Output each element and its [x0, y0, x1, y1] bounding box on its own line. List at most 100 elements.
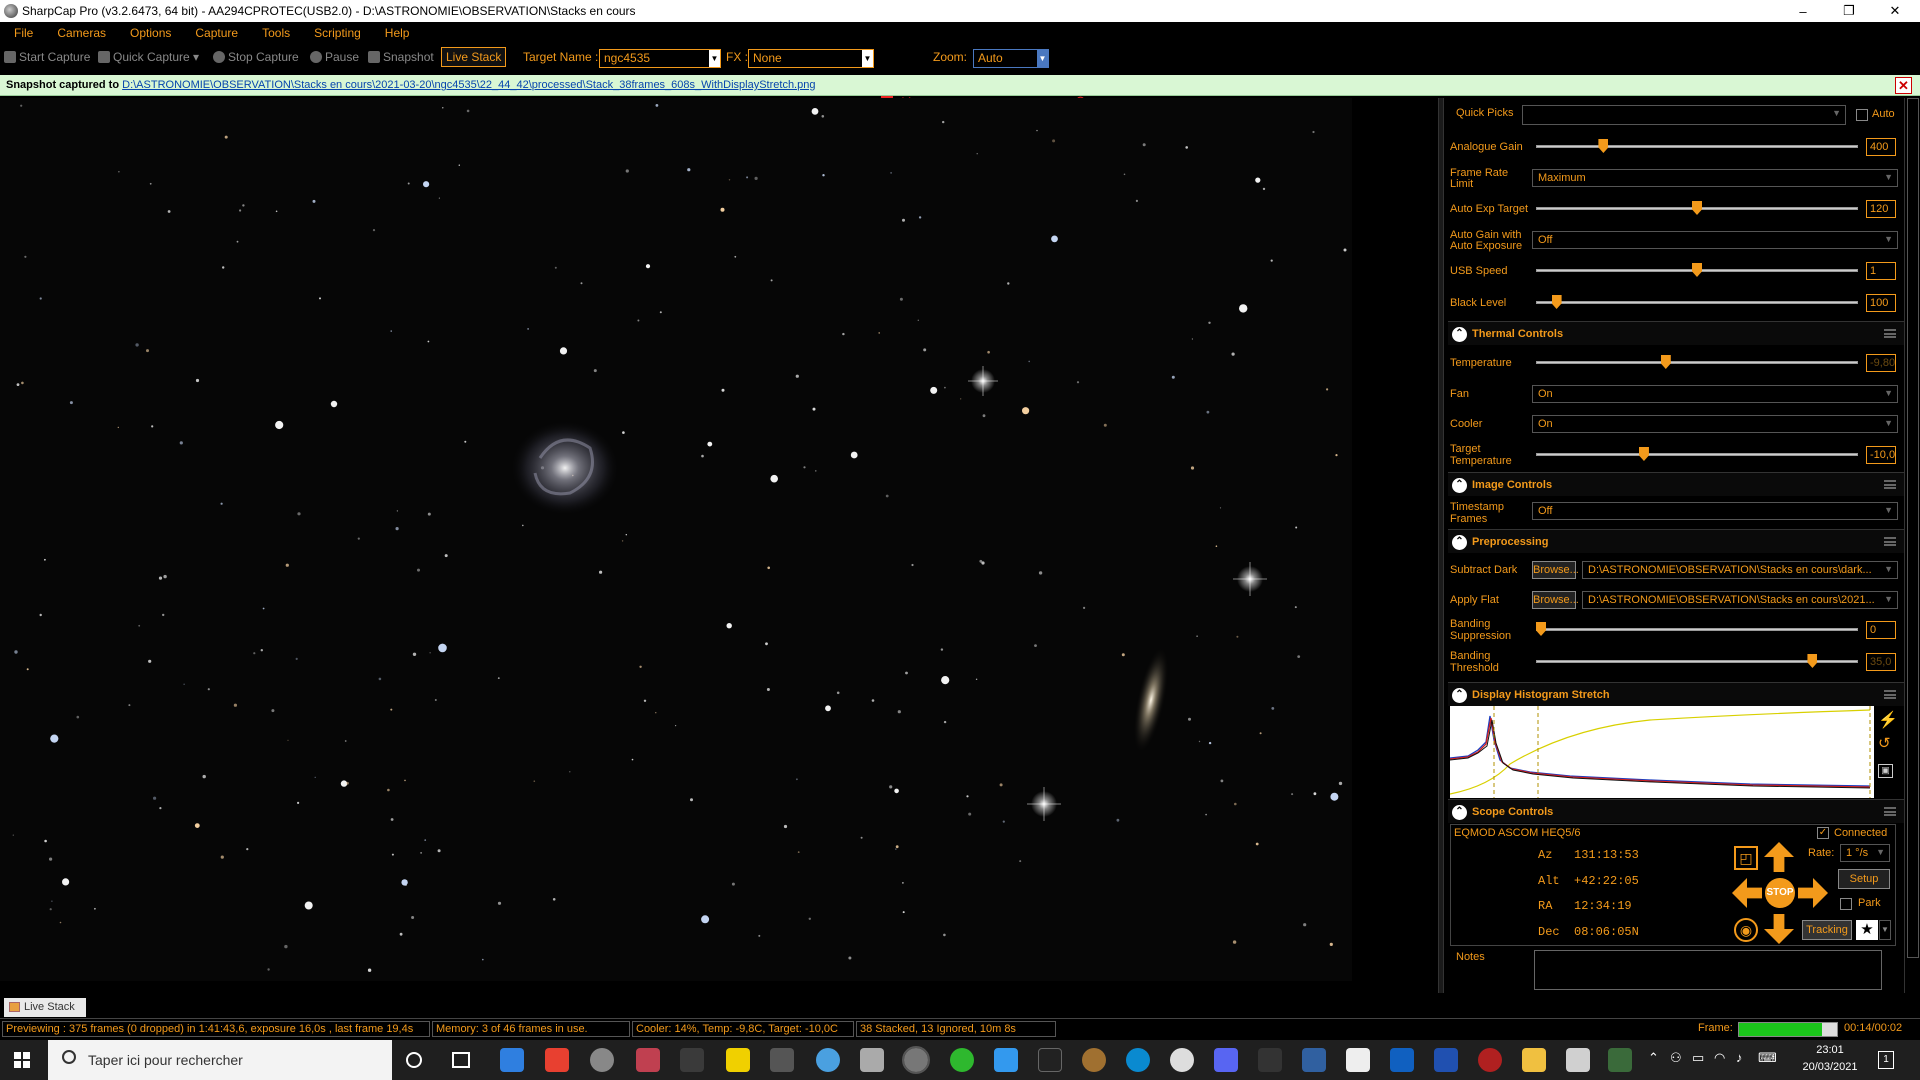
quick-capture-button[interactable]: Quick Capture ▾: [98, 50, 199, 64]
star-icon[interactable]: ★: [1856, 920, 1878, 940]
start-capture-button[interactable]: Start Capture: [4, 50, 90, 64]
banding-threshold-value[interactable]: 35,0: [1866, 653, 1896, 671]
chevron-down-icon[interactable]: ▼: [1879, 920, 1891, 940]
histogram-plot[interactable]: [1450, 706, 1874, 798]
fan-select[interactable]: On ▼: [1532, 385, 1898, 403]
image-controls-header[interactable]: ⌃ Image Controls: [1448, 472, 1904, 496]
image-viewer[interactable]: [0, 98, 1352, 981]
collapse-icon[interactable]: ⌃: [1452, 688, 1467, 703]
subtract-dark-browse-button[interactable]: Browse...: [1532, 561, 1579, 579]
save-icon[interactable]: ▣: [1878, 764, 1893, 778]
settings-gear-icon[interactable]: [590, 1048, 614, 1072]
park-checkbox[interactable]: [1840, 898, 1852, 910]
star-app-icon[interactable]: [1434, 1048, 1458, 1072]
section-menu-icon[interactable]: [1884, 537, 1896, 546]
stellarium-icon[interactable]: [860, 1048, 884, 1072]
panel-splitter[interactable]: [1438, 98, 1444, 993]
pause-button[interactable]: Pause: [310, 50, 359, 64]
live-stack-button[interactable]: Live Stack: [441, 47, 507, 67]
home-position-icon[interactable]: ◉: [1734, 918, 1758, 942]
subtract-dark-select[interactable]: D:\ASTRONOMIE\OBSERVATION\Stacks en cour…: [1582, 561, 1898, 579]
minimize-button[interactable]: –: [1780, 0, 1826, 22]
zoom-combo[interactable]: Auto ▼: [973, 49, 1049, 68]
snapshot-button[interactable]: Snapshot: [368, 50, 434, 64]
goto-icon[interactable]: ◰: [1734, 846, 1758, 870]
planet-app-icon[interactable]: [1082, 1048, 1106, 1072]
astap-icon[interactable]: [994, 1048, 1018, 1072]
auto-checkbox[interactable]: [1856, 109, 1868, 121]
timestamp-frames-select[interactable]: Off ▼: [1532, 502, 1898, 520]
black-level-value[interactable]: 100: [1866, 294, 1896, 312]
menu-file[interactable]: File: [14, 26, 33, 40]
live-stack-tab[interactable]: Live Stack: [4, 998, 86, 1017]
analogue-gain-thumb[interactable]: [1598, 139, 1609, 153]
volume-icon[interactable]: ♪: [1736, 1050, 1743, 1065]
pen-app-icon[interactable]: [1258, 1048, 1282, 1072]
clock-time[interactable]: 23:01: [1800, 1044, 1860, 1056]
target-temperature-slider[interactable]: [1536, 453, 1858, 456]
chart-app-icon[interactable]: [680, 1048, 704, 1072]
auto-stretch-icon[interactable]: ⚡: [1878, 710, 1898, 730]
target-name-combo[interactable]: ngc4535 ▼: [599, 49, 721, 68]
wifi-icon[interactable]: ◠: [1714, 1050, 1725, 1066]
display-icon[interactable]: ▭: [1692, 1050, 1704, 1066]
black-level-thumb[interactable]: [1551, 295, 1562, 309]
histogram-header[interactable]: ⌃ Display Histogram Stretch: [1448, 682, 1904, 706]
sticky-notes-icon[interactable]: [726, 1048, 750, 1072]
clock-date[interactable]: 20/03/2021: [1796, 1061, 1864, 1073]
gmail-icon[interactable]: [545, 1048, 569, 1072]
planetarium-app-icon[interactable]: [636, 1048, 660, 1072]
setup-button[interactable]: Setup: [1838, 869, 1890, 889]
auto-gain-select[interactable]: Off ▼: [1532, 231, 1898, 249]
file-explorer-icon[interactable]: [1522, 1048, 1546, 1072]
section-menu-icon[interactable]: [1884, 690, 1896, 699]
task-view-icon[interactable]: [452, 1052, 470, 1068]
auto-exp-target-thumb[interactable]: [1692, 201, 1702, 215]
taskbar-search-box[interactable]: Taper ici pour rechercher: [48, 1040, 392, 1080]
tray-overflow-icon[interactable]: ⌃: [1648, 1050, 1659, 1066]
banding-suppression-thumb[interactable]: [1536, 622, 1546, 636]
chevron-down-icon[interactable]: ▼: [862, 50, 873, 67]
stop-capture-button[interactable]: Stop Capture: [213, 50, 299, 64]
apply-flat-browse-button[interactable]: Browse...: [1532, 591, 1579, 609]
notepad-icon[interactable]: [1566, 1048, 1590, 1072]
menu-capture[interactable]: Capture: [195, 26, 238, 40]
section-menu-icon[interactable]: [1884, 329, 1896, 338]
scope-controls-header[interactable]: ⌃ Scope Controls: [1448, 799, 1904, 823]
analogue-gain-slider[interactable]: [1536, 145, 1858, 148]
collapse-icon[interactable]: ⌃: [1452, 535, 1467, 550]
restore-button[interactable]: ❐: [1826, 0, 1872, 22]
menu-help[interactable]: Help: [385, 26, 410, 40]
keyboard-icon[interactable]: ⌨: [1758, 1050, 1777, 1066]
ascom-icon[interactable]: [1170, 1048, 1194, 1072]
usb-speed-value[interactable]: 1: [1866, 262, 1896, 280]
panel-scrollbar[interactable]: [1904, 98, 1920, 993]
windows-start-icon[interactable]: [14, 1052, 30, 1068]
close-notification-button[interactable]: ✕: [1895, 77, 1912, 94]
sharpcap-taskbar-icon[interactable]: [902, 1046, 930, 1074]
connected-checkbox[interactable]: ✓: [1817, 827, 1829, 839]
banding-suppression-value[interactable]: 0: [1866, 621, 1896, 639]
section-menu-icon[interactable]: [1884, 807, 1896, 816]
mail-icon[interactable]: [500, 1048, 524, 1072]
browser-app-icon[interactable]: [816, 1048, 840, 1072]
ts-app-icon[interactable]: [1390, 1048, 1414, 1072]
cortana-icon[interactable]: [406, 1052, 422, 1068]
edge-icon[interactable]: [1126, 1048, 1150, 1072]
discord-icon[interactable]: [1214, 1048, 1238, 1072]
black-level-slider[interactable]: [1536, 301, 1858, 304]
preprocessing-header[interactable]: ⌃ Preprocessing: [1448, 529, 1904, 553]
usb-speed-thumb[interactable]: [1692, 263, 1702, 277]
camera-app-icon[interactable]: [1038, 1048, 1062, 1072]
collapse-icon[interactable]: ⌃: [1452, 805, 1467, 820]
cooler-select[interactable]: On ▼: [1532, 415, 1898, 433]
auto-exp-target-value[interactable]: 120: [1866, 200, 1896, 218]
chevron-down-icon[interactable]: ▼: [1037, 50, 1048, 67]
people-icon[interactable]: ⚇: [1670, 1050, 1682, 1066]
section-menu-icon[interactable]: [1884, 480, 1896, 489]
thermal-controls-header[interactable]: ⌃ Thermal Controls: [1448, 321, 1904, 345]
window-app-icon[interactable]: [770, 1048, 794, 1072]
frame-rate-limit-select[interactable]: Maximum ▼: [1532, 169, 1898, 187]
analogue-gain-value[interactable]: 400: [1866, 138, 1896, 156]
quick-picks-select[interactable]: ▼: [1522, 105, 1846, 125]
